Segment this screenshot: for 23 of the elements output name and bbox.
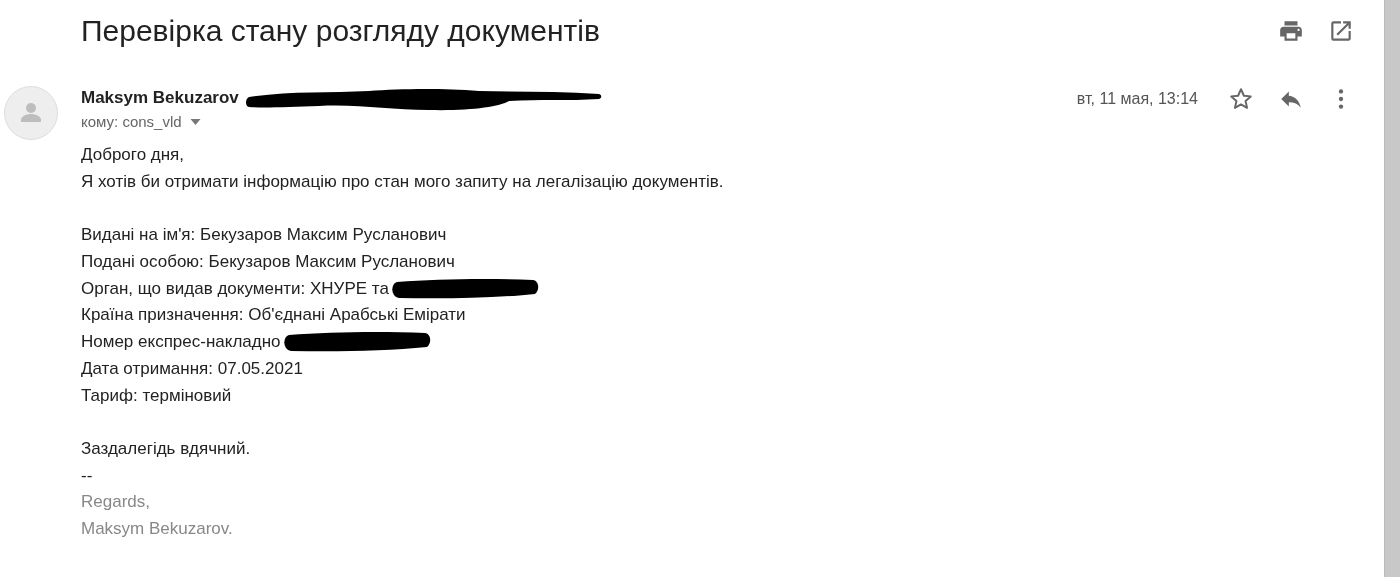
body-text: Країна призначення: Об'єднані Арабські Емірати <box>81 305 466 326</box>
message-date: вт, 11 мая, 13:14 <box>1076 90 1198 108</box>
avatar-icon <box>4 86 58 140</box>
body-text: Видані на ім'я: Бекузаров Максим Русланович <box>81 225 447 246</box>
print-icon[interactable] <box>1278 18 1304 44</box>
sender-name: Maksym Bekuzarov <box>81 88 239 108</box>
signature-text: Maksym Bekuzarov. <box>81 518 233 539</box>
body-text: Дата отримання: 07.05.2021 <box>81 358 303 379</box>
caret-icon[interactable] <box>189 118 201 125</box>
body-text: Доброго дня, <box>81 145 185 166</box>
scrollbar[interactable] <box>1384 0 1400 577</box>
open-in-new-window-icon[interactable] <box>1328 18 1354 44</box>
body-text: Номер експрес-накладно <box>81 332 281 353</box>
star-icon[interactable] <box>1228 86 1254 112</box>
email-subject: Перевірка стану розгляду документів <box>81 14 600 48</box>
body-text: Тариф: терміновий <box>81 385 232 406</box>
recipient-label: кому: cons_vld <box>81 113 182 130</box>
body-text: Подані особою: Бекузаров Максим Русланович <box>81 252 455 273</box>
body-text: -- <box>81 465 93 486</box>
signature-text: Regards, <box>81 492 150 513</box>
body-text: Орган, що видав документи: ХНУРЕ та <box>81 278 389 299</box>
body-text: Заздалегідь вдячний. <box>81 438 251 459</box>
body-text: Я хотів би отримати інформацію про стан мого запиту на легалізацію документів. <box>81 172 724 193</box>
